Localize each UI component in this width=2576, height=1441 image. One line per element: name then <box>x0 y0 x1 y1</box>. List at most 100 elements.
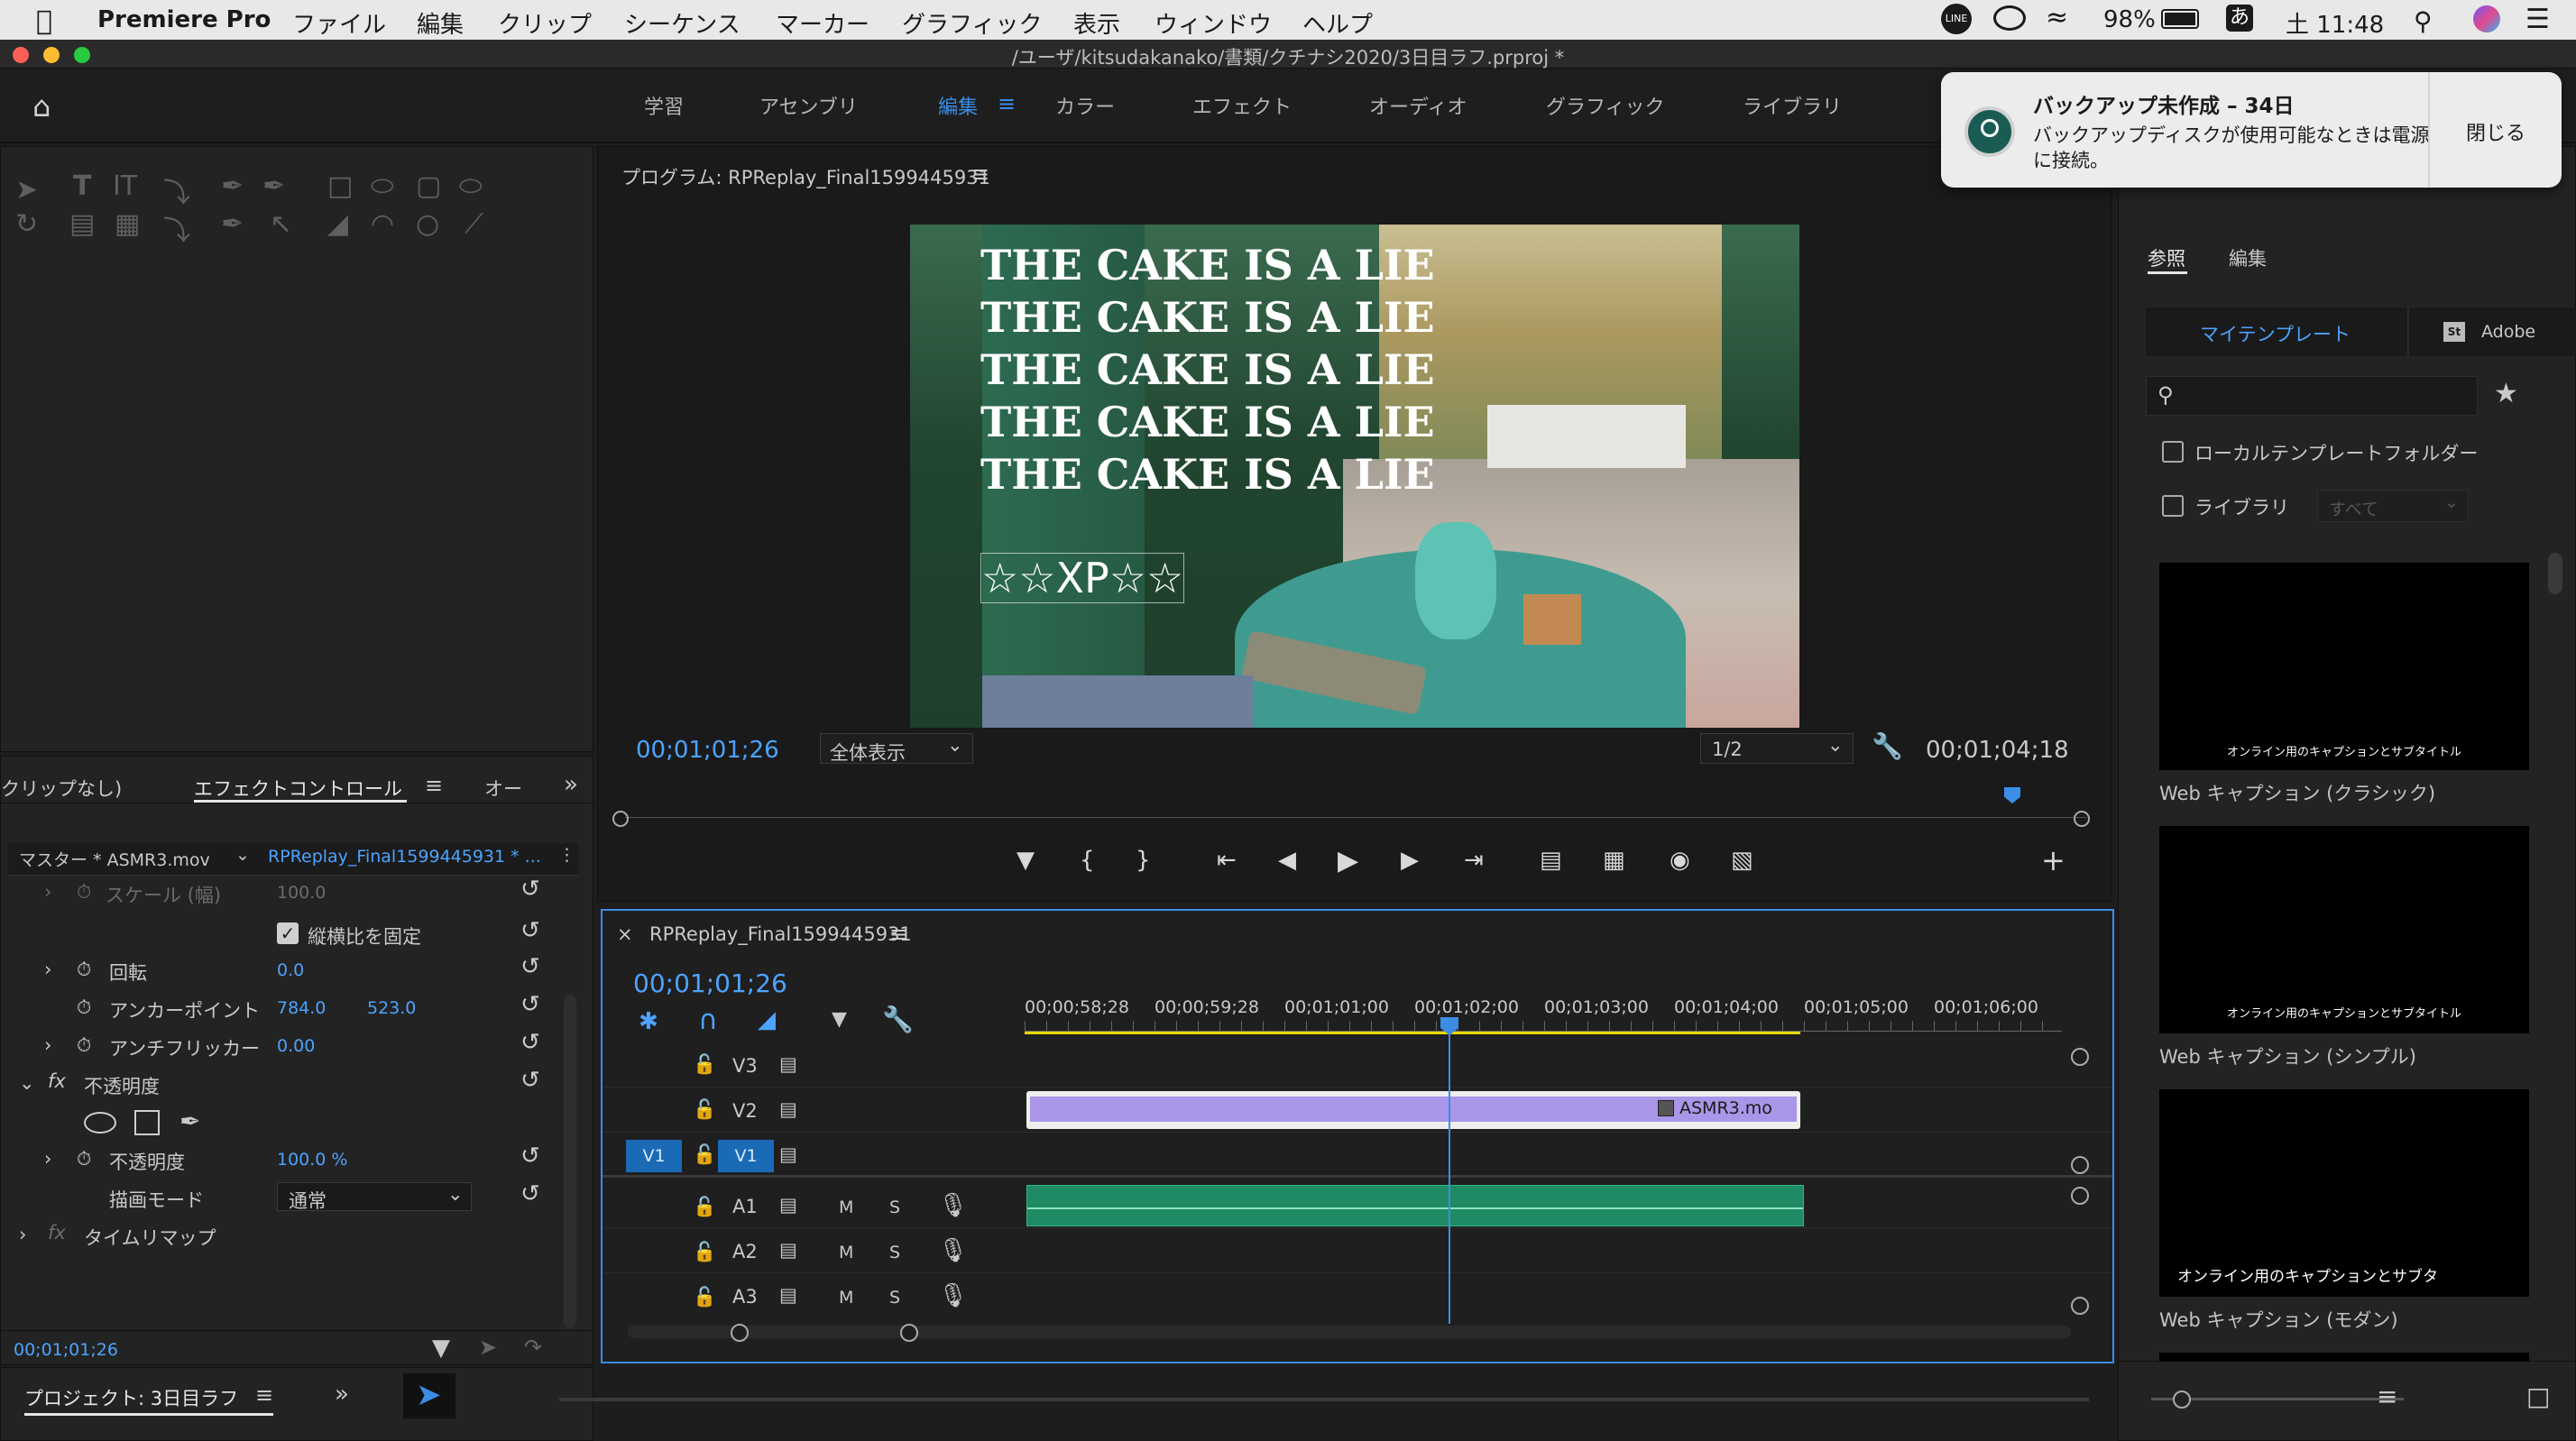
panel-overflow-icon[interactable]: » <box>564 771 578 798</box>
menu-edit[interactable]: 編集 <box>417 6 464 40</box>
circle-tool-icon[interactable]: ○ <box>416 208 439 240</box>
triangle-tool-icon[interactable]: ◢ <box>327 208 348 240</box>
vertical-zoom-handle[interactable] <box>2071 1048 2089 1066</box>
toggle-output-icon[interactable]: ▤ <box>779 1053 797 1075</box>
menu-sequence[interactable]: シーケンス <box>624 6 741 40</box>
template-thumbnail-classic[interactable]: オンライン用のキャプションとサブタイトル <box>2159 563 2529 770</box>
pen-tool-alt-icon[interactable]: ✒ <box>262 170 285 202</box>
clock[interactable]: 土 11:48 <box>2286 6 2384 40</box>
stopwatch-icon[interactable]: ⏱ <box>77 881 91 904</box>
thumbnail-size-handle[interactable] <box>2173 1391 2191 1409</box>
rectangle-mask-icon[interactable] <box>134 1110 160 1135</box>
app-menu[interactable]: Premiere Pro <box>97 6 271 33</box>
rectangle-tool-icon[interactable]: □ <box>327 170 353 202</box>
timeline-timecode[interactable]: 00;01;01;26 <box>633 968 787 998</box>
linked-selection-icon[interactable]: ◢ <box>758 1006 776 1033</box>
scale-width-value[interactable]: 100.0 <box>277 883 326 903</box>
play-icon[interactable]: ▶ <box>1338 845 1358 877</box>
stopwatch-icon[interactable]: ⏱ <box>77 1148 91 1170</box>
workspace-assembly[interactable]: アセンブリ <box>759 91 858 120</box>
line-icon[interactable]: LINE <box>1941 4 1972 34</box>
track-select-icon[interactable]: ⤵ <box>163 170 190 210</box>
lock-icon[interactable]: 🔓 <box>693 1143 716 1166</box>
mark-out-icon[interactable]: } <box>1136 847 1151 874</box>
anchor-x-value[interactable]: 784.0 <box>277 998 326 1018</box>
timeline-settings-wrench-icon[interactable]: 🔧 <box>882 1005 914 1034</box>
wifi-icon[interactable]: ≈ <box>2046 2 2068 33</box>
vertical-zoom-handle[interactable] <box>2071 1297 2089 1315</box>
track-a3-label[interactable]: A3 <box>732 1286 758 1308</box>
reset-icon[interactable]: ↺ <box>520 1067 540 1094</box>
track-v1-label[interactable]: V1 <box>718 1140 774 1172</box>
creative-cloud-icon[interactable] <box>1993 5 2026 31</box>
menu-help[interactable]: ヘルプ <box>1302 6 1373 40</box>
menu-clip[interactable]: クリップ <box>498 6 592 40</box>
vertical-zoom-handle[interactable] <box>2071 1187 2089 1205</box>
reset-icon[interactable]: ↺ <box>520 1180 540 1207</box>
sync-lock-icon[interactable]: ▤ <box>779 1284 797 1306</box>
export-frame-icon[interactable]: ◉ <box>1670 847 1690 874</box>
ripple-icon[interactable]: ⤵ <box>163 208 190 248</box>
program-timecode[interactable]: 00;01;01;26 <box>636 737 779 764</box>
stopwatch-icon[interactable]: ⏱ <box>77 959 91 981</box>
control-center-icon[interactable]: ☰ <box>2525 4 2550 35</box>
timeline-playhead-line[interactable] <box>1449 1023 1450 1324</box>
template-thumbnail-simple[interactable]: オンライン用のキャプションとサブタイトル <box>2159 826 2529 1033</box>
menu-view[interactable]: 表示 <box>1073 6 1120 40</box>
vertical-zoom-handle[interactable] <box>2071 1156 2089 1174</box>
program-mini-ruler[interactable] <box>625 793 2086 818</box>
go-to-out-icon[interactable]: ⇥ <box>1464 847 1484 874</box>
pen-tool-icon[interactable]: ✒ <box>221 170 244 202</box>
area-text-icon[interactable]: ▤ <box>69 208 95 240</box>
menu-window[interactable]: ウィンドウ <box>1155 6 1272 40</box>
clip-panel-icon[interactable]: ⋮ <box>558 845 575 865</box>
expand-arrow-icon[interactable]: › <box>19 1224 26 1245</box>
lock-ratio-checkbox[interactable]: ✓ <box>277 922 299 944</box>
battery-icon[interactable] <box>2161 9 2199 29</box>
opacity-value[interactable]: 100.0 % <box>277 1150 348 1170</box>
audio-clip-a1[interactable] <box>1026 1185 1804 1226</box>
templates-scrollbar[interactable] <box>2548 553 2562 594</box>
go-to-in-icon[interactable]: ⇤ <box>1217 847 1237 874</box>
solo-button[interactable]: S <box>889 1198 900 1217</box>
program-menu-icon[interactable]: ≡ <box>971 161 989 187</box>
workspace-libraries[interactable]: ライブラリ <box>1743 91 1842 120</box>
rounded-rect-tool-icon[interactable]: ▢ <box>416 170 441 202</box>
microphone-icon[interactable]: 🎙 <box>938 1192 968 1219</box>
stopwatch-icon[interactable]: ⏱ <box>77 1034 91 1057</box>
adobe-stock-tab[interactable]: Adobe <box>2481 322 2535 342</box>
ellipse-mask-icon[interactable] <box>84 1112 116 1134</box>
star-icon[interactable]: ★ <box>2494 378 2518 409</box>
backup-notification[interactable]: バックアップ未作成 – 34日 バックアップディスクが使用可能なときは電源 に接… <box>1941 72 2562 188</box>
anchor-y-value[interactable]: 523.0 <box>367 998 416 1018</box>
spotlight-icon[interactable]: ⚲ <box>2414 6 2433 36</box>
workspace-editing[interactable]: 編集 <box>938 91 978 120</box>
snap-magnet-icon[interactable]: ∩ <box>698 1005 718 1036</box>
rotation-value[interactable]: 0.0 <box>277 960 304 980</box>
solo-button[interactable]: S <box>889 1243 900 1262</box>
menu-graphics[interactable]: グラフィック <box>902 6 1042 40</box>
reset-icon[interactable]: ↺ <box>520 876 540 903</box>
convert-anchor-icon[interactable]: ↖ <box>270 208 292 240</box>
sync-lock-icon[interactable]: ▤ <box>779 1194 797 1216</box>
template-name-modern[interactable]: Web キャプション (モダン) <box>2159 1306 2398 1333</box>
mark-in-icon[interactable]: { <box>1080 847 1095 874</box>
step-forward-icon[interactable]: ▶ <box>1401 847 1419 874</box>
track-a1-label[interactable]: A1 <box>732 1196 758 1217</box>
template-thumbnail-next[interactable] <box>2159 1353 2529 1362</box>
template-name-simple[interactable]: Web キャプション (シンプル) <box>2159 1042 2416 1069</box>
template-search-input[interactable]: ⚲ <box>2146 376 2478 416</box>
menu-file[interactable]: ファイル <box>292 6 386 40</box>
sequence-clip-label[interactable]: RPReplay_Final1599445931 * ... <box>268 847 541 867</box>
h-scroll-handle-left[interactable] <box>731 1324 749 1342</box>
area-text-alt-icon[interactable]: ▦ <box>115 208 140 240</box>
sync-lock-icon[interactable]: ▤ <box>779 1239 797 1261</box>
local-folder-checkbox[interactable] <box>2162 441 2184 463</box>
scrollbar[interactable] <box>564 995 576 1328</box>
extract-icon[interactable]: ▦ <box>1603 847 1625 874</box>
project-menu-icon[interactable]: ≡ <box>255 1382 273 1408</box>
track-a2-label[interactable]: A2 <box>732 1241 758 1262</box>
expand-arrow-icon[interactable]: › <box>44 1148 51 1170</box>
home-icon[interactable]: ⌂ <box>32 89 51 124</box>
workspace-graphics[interactable]: グラフィック <box>1546 91 1665 120</box>
